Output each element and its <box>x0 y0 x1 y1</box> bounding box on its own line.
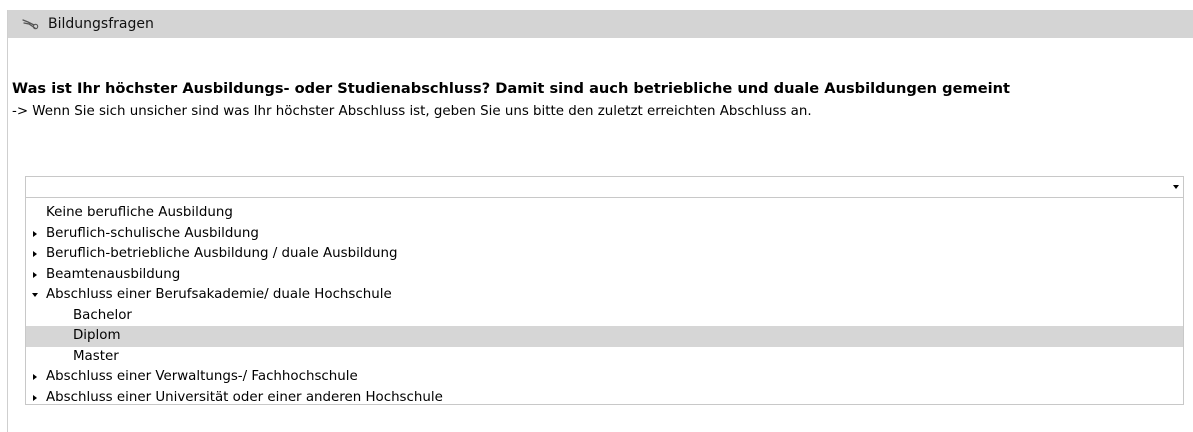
caret-down-icon[interactable] <box>32 293 38 297</box>
dropdown-option-label: Diplom <box>73 328 121 343</box>
dropdown-list: Keine berufliche Ausbildung Beruflich-sch… <box>25 198 1184 405</box>
panel-title: Bildungsfragen <box>48 16 154 32</box>
caret-right-icon[interactable] <box>33 251 37 257</box>
dropdown-option-label: Beruflich-schulische Ausbildung <box>46 225 259 241</box>
dropdown-option-label: Keine berufliche Ausbildung <box>46 205 233 220</box>
dropdown-option-label: Beruflich-betriebliche Ausbildung / dual… <box>46 246 398 261</box>
survey-panel: Bildungsfragen Was ist Ihr höchster Ausb… <box>7 10 1193 432</box>
panel-header: Bildungsfragen <box>8 10 1193 38</box>
caret-right-icon[interactable] <box>33 374 37 380</box>
caret-right-icon[interactable] <box>33 394 37 401</box>
dropdown-option[interactable]: Beruflich-schulische Ausbildung <box>26 224 1183 245</box>
dropdown-option[interactable]: Abschluss einer Universität oder einer a… <box>26 388 1183 409</box>
dropdown-option[interactable]: Master <box>26 347 1183 368</box>
degree-select[interactable] <box>25 176 1184 198</box>
caret-right-icon[interactable] <box>33 230 37 237</box>
question-hint: -> Wenn Sie sich unsicher sind was Ihr h… <box>12 104 812 119</box>
dropdown-option-label: Master <box>73 348 119 364</box>
dropdown-option-label: Abschluss einer Verwaltungs-/ Fachhochsc… <box>46 369 358 384</box>
dropdown-option-label: Beamtenausbildung <box>46 266 181 282</box>
dropdown-option[interactable]: Keine berufliche Ausbildung <box>26 203 1183 224</box>
dropdown-option[interactable]: Diplom <box>26 326 1183 347</box>
dropdown-arrow-icon[interactable] <box>1173 185 1179 189</box>
dropdown-option[interactable]: Bachelor <box>26 306 1183 327</box>
dropdown-option-label: Abschluss einer Universität oder einer a… <box>46 389 443 405</box>
dropdown-option-label: Bachelor <box>73 307 132 323</box>
dropdown-option[interactable]: Beruflich-betriebliche Ausbildung / dual… <box>26 244 1183 265</box>
dropdown-option[interactable]: Abschluss einer Berufsakademie/ duale Ho… <box>26 285 1183 306</box>
caret-right-icon[interactable] <box>33 271 37 278</box>
dropdown-option-label: Abschluss einer Berufsakademie/ duale Ho… <box>46 287 392 302</box>
dropdown-option[interactable]: Beamtenausbildung <box>26 265 1183 286</box>
question-text: Was ist Ihr höchster Ausbildungs- oder S… <box>12 80 1010 97</box>
wrench-screwdriver-icon <box>22 16 40 30</box>
dropdown-option[interactable]: Abschluss einer Verwaltungs-/ Fachhochsc… <box>26 367 1183 388</box>
